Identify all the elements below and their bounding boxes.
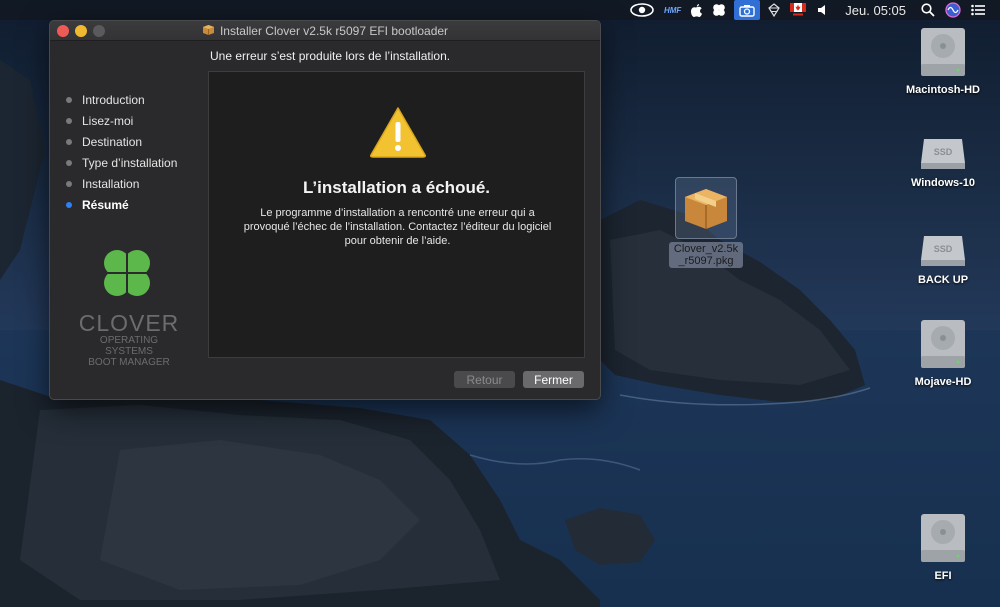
- step-summary: Résumé: [66, 194, 216, 215]
- clover-leaf-icon: [104, 250, 150, 296]
- close-button[interactable]: Fermer: [523, 371, 584, 388]
- step-dot: [66, 117, 72, 124]
- package-icon: [202, 22, 215, 40]
- menu-bar: HMF Jeu. 05:05: [0, 0, 1000, 20]
- drive-efi[interactable]: EFI: [898, 512, 988, 583]
- step-installation-type: Type d’installation: [66, 152, 216, 173]
- hard-drive-icon: [921, 320, 965, 368]
- step-label: Introduction: [82, 92, 145, 107]
- back-button[interactable]: Retour: [454, 371, 515, 388]
- step-dot: [66, 159, 72, 166]
- screenshot-icon[interactable]: [734, 0, 761, 20]
- apple-icon[interactable]: [686, 0, 707, 20]
- logo-tagline-2: BOOT MANAGER: [88, 357, 170, 368]
- svg-text:SSD: SSD: [934, 147, 953, 157]
- step-label: Installation: [82, 176, 140, 191]
- failure-heading: L’installation a échoué.: [302, 178, 491, 197]
- input-source-flag-icon[interactable]: [785, 0, 811, 20]
- step-dot: [66, 180, 72, 187]
- svg-text:SSD: SSD: [934, 244, 953, 254]
- failure-message: Le programme d’installation a rencontré …: [243, 207, 552, 247]
- step-dot: [66, 96, 72, 103]
- drive-macintosh-hd[interactable]: Macintosh-HD: [898, 26, 988, 97]
- drive-mojave-hd[interactable]: Mojave-HD: [898, 318, 988, 389]
- window-titlebar[interactable]: Installer Clover v2.5k r5097 EFI bootloa…: [50, 21, 600, 41]
- siri-icon[interactable]: [940, 0, 966, 20]
- drive-label: Windows-10: [910, 177, 976, 189]
- hard-drive-icon: [921, 514, 965, 562]
- clover-menu-icon[interactable]: [707, 0, 731, 20]
- drive-label: EFI: [934, 570, 952, 582]
- hmf-menu-icon[interactable]: HMF: [659, 0, 686, 20]
- eye-icon[interactable]: [625, 0, 659, 20]
- drive-windows-10[interactable]: SSD Windows-10: [898, 133, 988, 190]
- step-destination: Destination: [66, 131, 216, 152]
- step-dot-current: [66, 201, 72, 208]
- drive-label: Macintosh-HD: [906, 84, 980, 96]
- step-label: Résumé: [82, 197, 129, 212]
- step-read-me: Lisez-moi: [66, 110, 216, 131]
- drive-back-up[interactable]: SSD BACK UP: [898, 230, 988, 287]
- installer-window: Installer Clover v2.5k r5097 EFI bootloa…: [49, 20, 601, 400]
- warning-icon: [370, 107, 426, 158]
- step-label: Destination: [82, 134, 143, 149]
- step-label: Lisez-moi: [82, 113, 134, 128]
- drive-label: BACK UP: [917, 274, 969, 286]
- vpn-icon[interactable]: [763, 0, 785, 20]
- volume-icon[interactable]: [811, 0, 835, 20]
- clover-package-file[interactable]: Clover_v2.5k_r5097.pkg: [661, 177, 751, 268]
- logo-tagline-1: OPERATING SYSTEMS: [99, 335, 159, 357]
- notification-center-icon[interactable]: [966, 0, 990, 20]
- drive-label: Mojave-HD: [914, 376, 972, 388]
- step-introduction: Introduction: [66, 89, 216, 110]
- installer-steps: Introduction Lisez-moi Destination Type …: [66, 89, 216, 215]
- summary-panel: L’installation a échoué. Le programme d’…: [208, 71, 585, 358]
- clover-logo: CLOVER OPERATING SYSTEMS BOOT MANAGER: [77, 243, 181, 368]
- menu-clock[interactable]: Jeu. 05:05: [835, 0, 916, 20]
- spotlight-search-icon[interactable]: [916, 0, 940, 20]
- window-title: Installer Clover v2.5k r5097 EFI bootloa…: [219, 24, 449, 38]
- step-installation: Installation: [66, 173, 216, 194]
- window-subtitle: Une erreur s’est produite lors de l’inst…: [210, 49, 451, 63]
- package-file-icon: [675, 177, 737, 239]
- step-dot: [66, 138, 72, 145]
- package-file-label: Clover_v2.5k_r5097.pkg: [669, 242, 743, 268]
- ssd-drive-icon: SSD: [921, 236, 965, 266]
- step-label: Type d’installation: [82, 155, 178, 170]
- hard-drive-icon: [921, 28, 965, 76]
- ssd-drive-icon: SSD: [921, 139, 965, 169]
- logo-wordmark: CLOVER: [78, 310, 180, 336]
